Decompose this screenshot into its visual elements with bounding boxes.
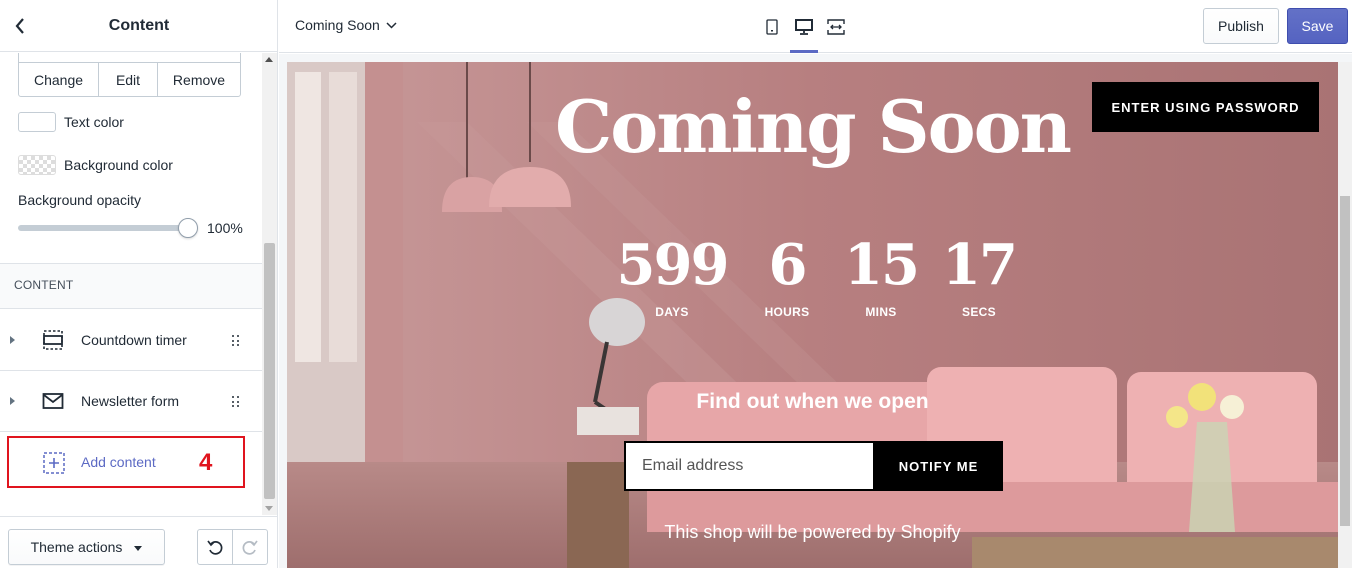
preview-area: Coming Soon ENTER USING PASSWORD 599 DAY… [279, 54, 1352, 568]
expand-caret-icon[interactable] [10, 397, 15, 405]
drag-handle-icon[interactable] [232, 396, 240, 408]
preview-scrollbar[interactable] [1338, 62, 1352, 568]
preview-scrollbar-thumb[interactable] [1340, 196, 1350, 526]
envelope-icon [42, 391, 64, 411]
countdown-days: 599 DAYS [616, 232, 730, 319]
notify-me-button[interactable]: NOTIFY ME [874, 441, 1003, 491]
mobile-icon [766, 18, 778, 35]
save-button[interactable]: Save [1287, 8, 1348, 44]
text-color-swatch[interactable] [18, 112, 56, 132]
chevron-down-icon [386, 21, 397, 29]
countdown-value: 6 [768, 232, 808, 298]
publish-button[interactable]: Publish [1203, 8, 1279, 44]
sidebar-footer: Theme actions [0, 516, 277, 568]
powered-by-text: This shop will be powered by Shopify [664, 522, 961, 542]
opacity-label: Background opacity [18, 192, 141, 208]
email-input[interactable]: Email address [624, 441, 875, 491]
add-block-icon [43, 452, 65, 474]
countdown-unit: MINS [865, 305, 897, 319]
sidebar-scrollbar[interactable] [262, 53, 277, 515]
add-content-label: Add content [81, 454, 156, 470]
block-label: Newsletter form [81, 393, 180, 409]
countdown-secs: 17 SECS [941, 232, 1018, 319]
desktop-view-button[interactable] [788, 0, 820, 53]
text-color-label: Text color [64, 114, 124, 130]
countdown-value: 17 [942, 232, 1018, 298]
opacity-value: 100% [207, 220, 243, 236]
page-selector[interactable]: Coming Soon [295, 17, 397, 33]
countdown-icon [42, 330, 64, 350]
countdown-value: 15 [844, 232, 920, 298]
background-color-swatch[interactable] [18, 155, 56, 175]
storefront-preview: Coming Soon ENTER USING PASSWORD 599 DAY… [287, 62, 1338, 568]
editor-topbar: Coming Soon Publish Save [279, 0, 1352, 53]
back-arrow-icon[interactable] [10, 16, 30, 36]
countdown-unit: SECS [962, 305, 996, 319]
drag-handle-icon[interactable] [232, 335, 240, 347]
block-newsletter-form[interactable]: Newsletter form [0, 371, 262, 432]
caret-down-icon [134, 545, 143, 551]
theme-actions-label: Theme actions [30, 539, 123, 555]
scroll-down-icon[interactable] [265, 506, 273, 511]
mobile-view-button[interactable] [756, 0, 788, 53]
remove-button[interactable]: Remove [158, 63, 240, 96]
expand-caret-icon[interactable] [10, 336, 15, 344]
redo-icon [242, 540, 258, 555]
newsletter-heading: Find out when we open [696, 390, 929, 413]
background-color-setting[interactable]: Background color [18, 155, 173, 175]
countdown-unit: HOURS [764, 305, 810, 319]
undo-button[interactable] [198, 530, 233, 564]
history-controls [197, 529, 268, 565]
fullscreen-view-button[interactable] [820, 0, 852, 53]
scroll-up-icon[interactable] [265, 57, 273, 62]
content-section-label: CONTENT [14, 278, 74, 292]
text-color-setting[interactable]: Text color [18, 112, 124, 132]
sidebar-title: Content [108, 16, 170, 34]
theme-editor-sidebar: Content Change Edit Remove Text color Ba… [0, 0, 278, 568]
sidebar-header: Content [0, 0, 278, 52]
fullscreen-icon [827, 18, 845, 35]
redo-button[interactable] [233, 530, 267, 564]
block-label: Countdown timer [81, 332, 187, 348]
enter-password-button[interactable]: ENTER USING PASSWORD [1092, 82, 1319, 132]
image-preview-edge [18, 53, 241, 62]
undo-icon [207, 540, 223, 555]
countdown-unit: DAYS [655, 305, 689, 319]
desktop-icon [795, 18, 813, 35]
change-button[interactable]: Change [19, 63, 99, 96]
opacity-slider-handle[interactable] [178, 218, 198, 238]
image-actions: Change Edit Remove [18, 62, 241, 97]
edit-button[interactable]: Edit [99, 63, 158, 96]
countdown-value: 599 [616, 232, 730, 298]
add-content-button[interactable]: Add content 4 [7, 436, 245, 488]
block-countdown-timer[interactable]: Countdown timer [0, 310, 262, 371]
countdown-hours: 6 HOURS [752, 237, 822, 319]
scrollbar-thumb[interactable] [264, 243, 275, 499]
device-toggle [756, 0, 852, 53]
sidebar-scroll-area: Change Edit Remove Text color Background… [0, 53, 262, 515]
step-annotation: 4 [199, 449, 213, 476]
theme-actions-button[interactable]: Theme actions [8, 529, 165, 565]
countdown-mins: 15 MINS [842, 237, 920, 319]
background-color-label: Background color [64, 157, 173, 173]
opacity-slider-track[interactable] [18, 225, 190, 231]
page-selector-label: Coming Soon [295, 17, 380, 33]
